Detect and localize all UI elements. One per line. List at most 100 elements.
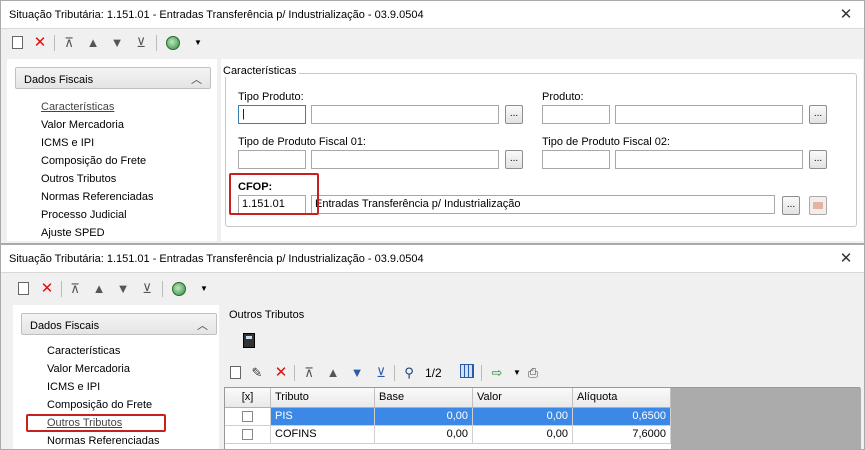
window-title: Situação Tributária: 1.151.01 - Entradas…: [9, 253, 424, 265]
tipo-fiscal02-code-input[interactable]: [542, 150, 610, 169]
chevron-up-icon[interactable]: ︿: [191, 71, 202, 87]
nav-outros-tributos[interactable]: Outros Tributos: [41, 173, 116, 185]
next-row-icon[interactable]: ▼: [349, 365, 365, 381]
print-icon[interactable]: ⎙: [525, 365, 541, 381]
next-record-icon[interactable]: ▼: [109, 35, 125, 51]
group-title: Características: [223, 65, 300, 77]
dropdown-caret-icon[interactable]: ▼: [190, 35, 206, 51]
nav-composicao-frete[interactable]: Composição do Frete: [41, 155, 146, 167]
tipo-fiscal01-code-input[interactable]: [238, 150, 306, 169]
row-checkbox[interactable]: [225, 408, 271, 426]
grid-empty-area: [671, 388, 861, 449]
cell-base[interactable]: 0,00: [375, 408, 473, 426]
col-header-valor[interactable]: Valor: [473, 388, 573, 408]
nav-valor-mercadoria[interactable]: Valor Mercadoria: [41, 119, 124, 131]
calculator-icon[interactable]: [241, 333, 257, 349]
sidebar: Dados Fiscais ︿ Características Valor Me…: [7, 59, 217, 241]
col-header-tributo[interactable]: Tributo: [271, 388, 375, 408]
tipo-fiscal01-label: Tipo de Produto Fiscal 01:: [238, 136, 366, 148]
tipo-fiscal02-desc-input[interactable]: [615, 150, 803, 169]
last-row-icon[interactable]: ⊻: [373, 365, 389, 381]
delete-row-icon[interactable]: ✕: [273, 365, 289, 381]
export-icon[interactable]: ⇨: [489, 365, 505, 381]
first-record-icon[interactable]: ⊼: [67, 281, 83, 297]
tipo-fiscal02-lookup-button[interactable]: ...: [809, 150, 827, 169]
cell-valor[interactable]: 0,00: [473, 426, 573, 444]
col-header-base[interactable]: Base: [375, 388, 473, 408]
export-dropdown-icon[interactable]: ▼: [509, 365, 525, 381]
nav-caracteristicas[interactable]: Características: [41, 101, 114, 113]
cell-valor[interactable]: 0,00: [473, 408, 573, 426]
first-record-icon[interactable]: ⊼: [61, 35, 77, 51]
nav-ajuste-sped[interactable]: Ajuste SPED: [41, 227, 105, 239]
tipo-produto-desc-input[interactable]: [311, 105, 499, 124]
sidebar-header-label: Dados Fiscais: [24, 74, 94, 86]
dropdown-caret-icon[interactable]: ▼: [196, 281, 212, 297]
cell-aliquota[interactable]: 0,6500: [573, 408, 671, 426]
tipo-fiscal01-lookup-button[interactable]: ...: [505, 150, 523, 169]
chevron-up-icon[interactable]: ︿: [197, 317, 208, 333]
next-record-icon[interactable]: ▼: [115, 281, 131, 297]
cfop-clear-button[interactable]: [809, 196, 827, 215]
previous-row-icon[interactable]: ▲: [325, 365, 341, 381]
new-row-icon[interactable]: [227, 365, 243, 381]
sidebar-header[interactable]: Dados Fiscais ︿: [21, 313, 217, 335]
globe-icon[interactable]: [171, 281, 187, 297]
close-icon[interactable]: ✕: [838, 5, 854, 23]
window-title: Situação Tributária: 1.151.01 - Entradas…: [9, 9, 424, 21]
tipo-produto-label: Tipo Produto:: [238, 91, 304, 103]
produto-code-input[interactable]: [542, 105, 610, 124]
cell-base[interactable]: 0,00: [375, 426, 473, 444]
sidebar-header[interactable]: Dados Fiscais ︿: [15, 67, 211, 89]
tipo-produto-lookup-button[interactable]: ...: [505, 105, 523, 124]
last-record-icon[interactable]: ⊻: [139, 281, 155, 297]
toolbar-separator: [156, 35, 157, 51]
nav-icms-ipi[interactable]: ICMS e IPI: [41, 137, 94, 149]
cell-aliquota[interactable]: 7,6000: [573, 426, 671, 444]
produto-lookup-button[interactable]: ...: [809, 105, 827, 124]
title-bar: Situação Tributária: 1.151.01 - Entradas…: [1, 1, 864, 29]
toolbar-separator: [61, 281, 62, 297]
nav-normas-referenciadas[interactable]: Normas Referenciadas: [47, 435, 160, 447]
sidebar-header-label: Dados Fiscais: [30, 320, 100, 332]
col-header-check[interactable]: [x]: [225, 388, 271, 408]
delete-icon[interactable]: ✕: [32, 35, 48, 51]
toolbar-separator: [394, 365, 395, 381]
cell-tributo[interactable]: PIS: [271, 408, 375, 426]
nav-processo-judicial[interactable]: Processo Judicial: [41, 209, 127, 221]
tributos-grid: [x] Tributo Base Valor Alíquota PIS 0,00…: [224, 387, 861, 449]
produto-desc-input[interactable]: [615, 105, 803, 124]
nav-icms-ipi[interactable]: ICMS e IPI: [47, 381, 100, 393]
nav-normas-referenciadas[interactable]: Normas Referenciadas: [41, 191, 154, 203]
first-row-icon[interactable]: ⊼: [301, 365, 317, 381]
section-title: Outros Tributos: [229, 309, 305, 321]
previous-record-icon[interactable]: ▲: [85, 35, 101, 51]
col-header-aliquota[interactable]: Alíquota: [573, 388, 671, 408]
top-window: Situação Tributária: 1.151.01 - Entradas…: [0, 0, 865, 244]
outros-tributos-highlight: [26, 414, 166, 432]
row-checkbox[interactable]: [225, 426, 271, 444]
toolbar-separator: [54, 35, 55, 51]
cell-tributo[interactable]: COFINS: [271, 426, 375, 444]
previous-record-icon[interactable]: ▲: [91, 281, 107, 297]
sidebar: Dados Fiscais ︿ Características Valor Me…: [13, 305, 219, 449]
edit-row-icon[interactable]: ✎: [249, 365, 265, 381]
close-icon[interactable]: ✕: [838, 249, 854, 267]
nav-caracteristicas[interactable]: Características: [47, 345, 120, 357]
last-record-icon[interactable]: ⊻: [133, 35, 149, 51]
cfop-desc-input[interactable]: Entradas Transferência p/ Industrializaç…: [311, 195, 775, 214]
delete-icon[interactable]: ✕: [39, 281, 55, 297]
toolbar-separator: [294, 365, 295, 381]
main-panel: Outros Tributos ✎ ✕ ⊼ ▲ ▼ ⊻ ⚲ 1/2 ⇨ ▼ ⎙ …: [223, 305, 863, 449]
tipo-produto-code-input[interactable]: |: [238, 105, 306, 124]
grid-toolbar: ✎ ✕ ⊼ ▲ ▼ ⊻ ⚲ 1/2 ⇨ ▼ ⎙: [223, 357, 863, 387]
column-chooser-icon[interactable]: [459, 364, 475, 380]
new-document-icon[interactable]: [9, 35, 25, 51]
nav-composicao-frete[interactable]: Composição do Frete: [47, 399, 152, 411]
globe-icon[interactable]: [165, 35, 181, 51]
cfop-lookup-button[interactable]: ...: [782, 196, 800, 215]
new-document-icon[interactable]: [15, 281, 31, 297]
tipo-fiscal01-desc-input[interactable]: [311, 150, 499, 169]
binoculars-icon[interactable]: ⚲: [401, 365, 417, 381]
nav-valor-mercadoria[interactable]: Valor Mercadoria: [47, 363, 130, 375]
